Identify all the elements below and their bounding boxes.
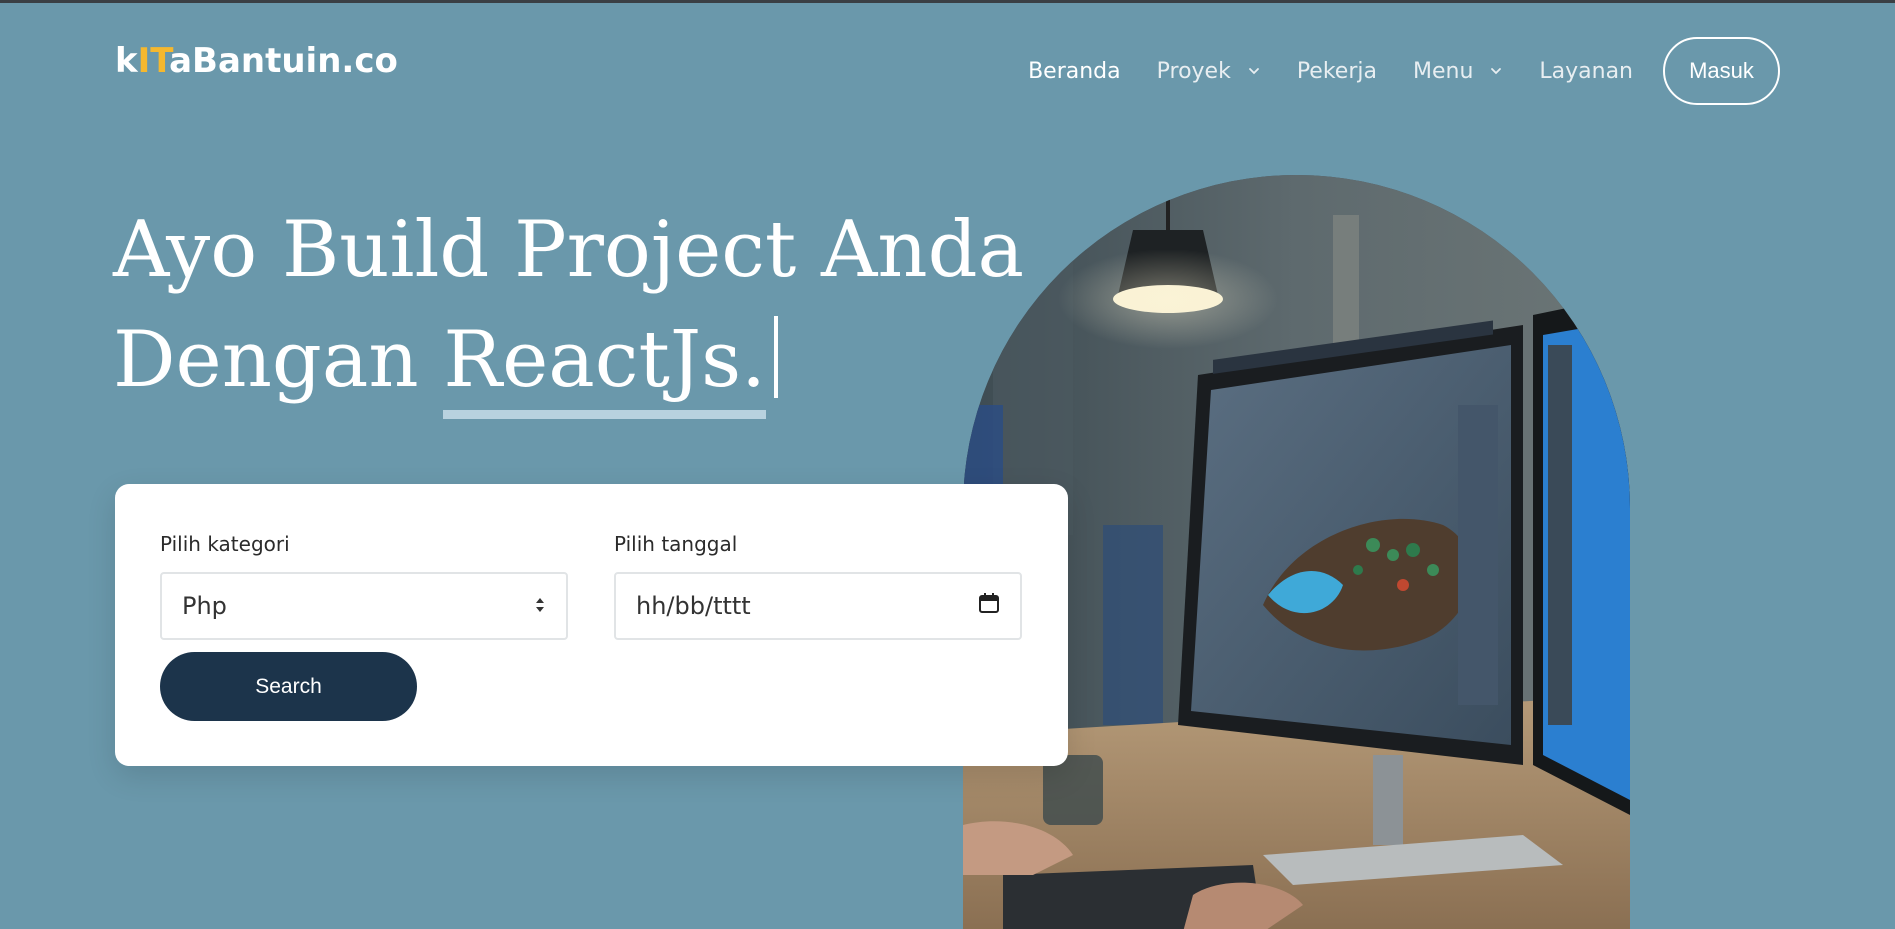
brand-logo-part-1: k	[115, 41, 138, 81]
brand-logo-accent: IT	[137, 41, 170, 81]
date-input[interactable]: hh/bb/tttt	[614, 572, 1022, 640]
chevron-down-icon	[1247, 64, 1261, 78]
chevron-down-icon	[1489, 64, 1503, 78]
nav-item-label: Pekerja	[1296, 58, 1377, 84]
nav-item-layanan[interactable]: Layanan	[1539, 59, 1633, 84]
date-input-value: hh/bb/tttt	[636, 592, 751, 620]
hero-title-highlight: ReactJs.	[443, 305, 766, 419]
category-label: Pilih kategori	[160, 532, 290, 556]
search-button[interactable]: Search	[160, 652, 417, 721]
date-label: Pilih tanggal	[614, 532, 738, 556]
nav-item-label: Proyek	[1156, 58, 1231, 84]
nav-item-label: Beranda	[1028, 58, 1121, 84]
main-nav: Beranda Proyek Pekerja Menu Layanan Masu…	[992, 37, 1780, 105]
nav-item-proyek[interactable]: Proyek	[1157, 59, 1261, 84]
nav-item-label: Layanan	[1539, 58, 1633, 84]
nav-item-beranda[interactable]: Beranda	[1028, 59, 1121, 84]
calendar-icon[interactable]	[978, 592, 1000, 620]
sort-arrows-icon	[534, 592, 546, 620]
nav-item-pekerja[interactable]: Pekerja	[1297, 59, 1377, 84]
brand-logo-part-3: aBantuin.co	[169, 41, 398, 81]
hero-title-prefix: Dengan	[113, 315, 444, 405]
search-card: Pilih kategori Php Pilih tanggal hh/bb/t…	[115, 484, 1068, 766]
hero-title-line-1: Ayo Build Project Anda	[113, 205, 1025, 295]
nav-item-label: Menu	[1412, 58, 1474, 84]
hero-title: Ayo Build Project Anda Dengan ReactJs.	[113, 195, 1073, 419]
hero-title-line-2: Dengan ReactJs.	[113, 305, 1073, 419]
brand-logo[interactable]: kITaBantuin.co	[115, 41, 398, 81]
nav-item-menu[interactable]: Menu	[1413, 59, 1503, 84]
category-select-value: Php	[182, 592, 227, 620]
login-button[interactable]: Masuk	[1663, 37, 1780, 105]
typing-caret	[773, 316, 778, 398]
category-select[interactable]: Php	[160, 572, 568, 640]
